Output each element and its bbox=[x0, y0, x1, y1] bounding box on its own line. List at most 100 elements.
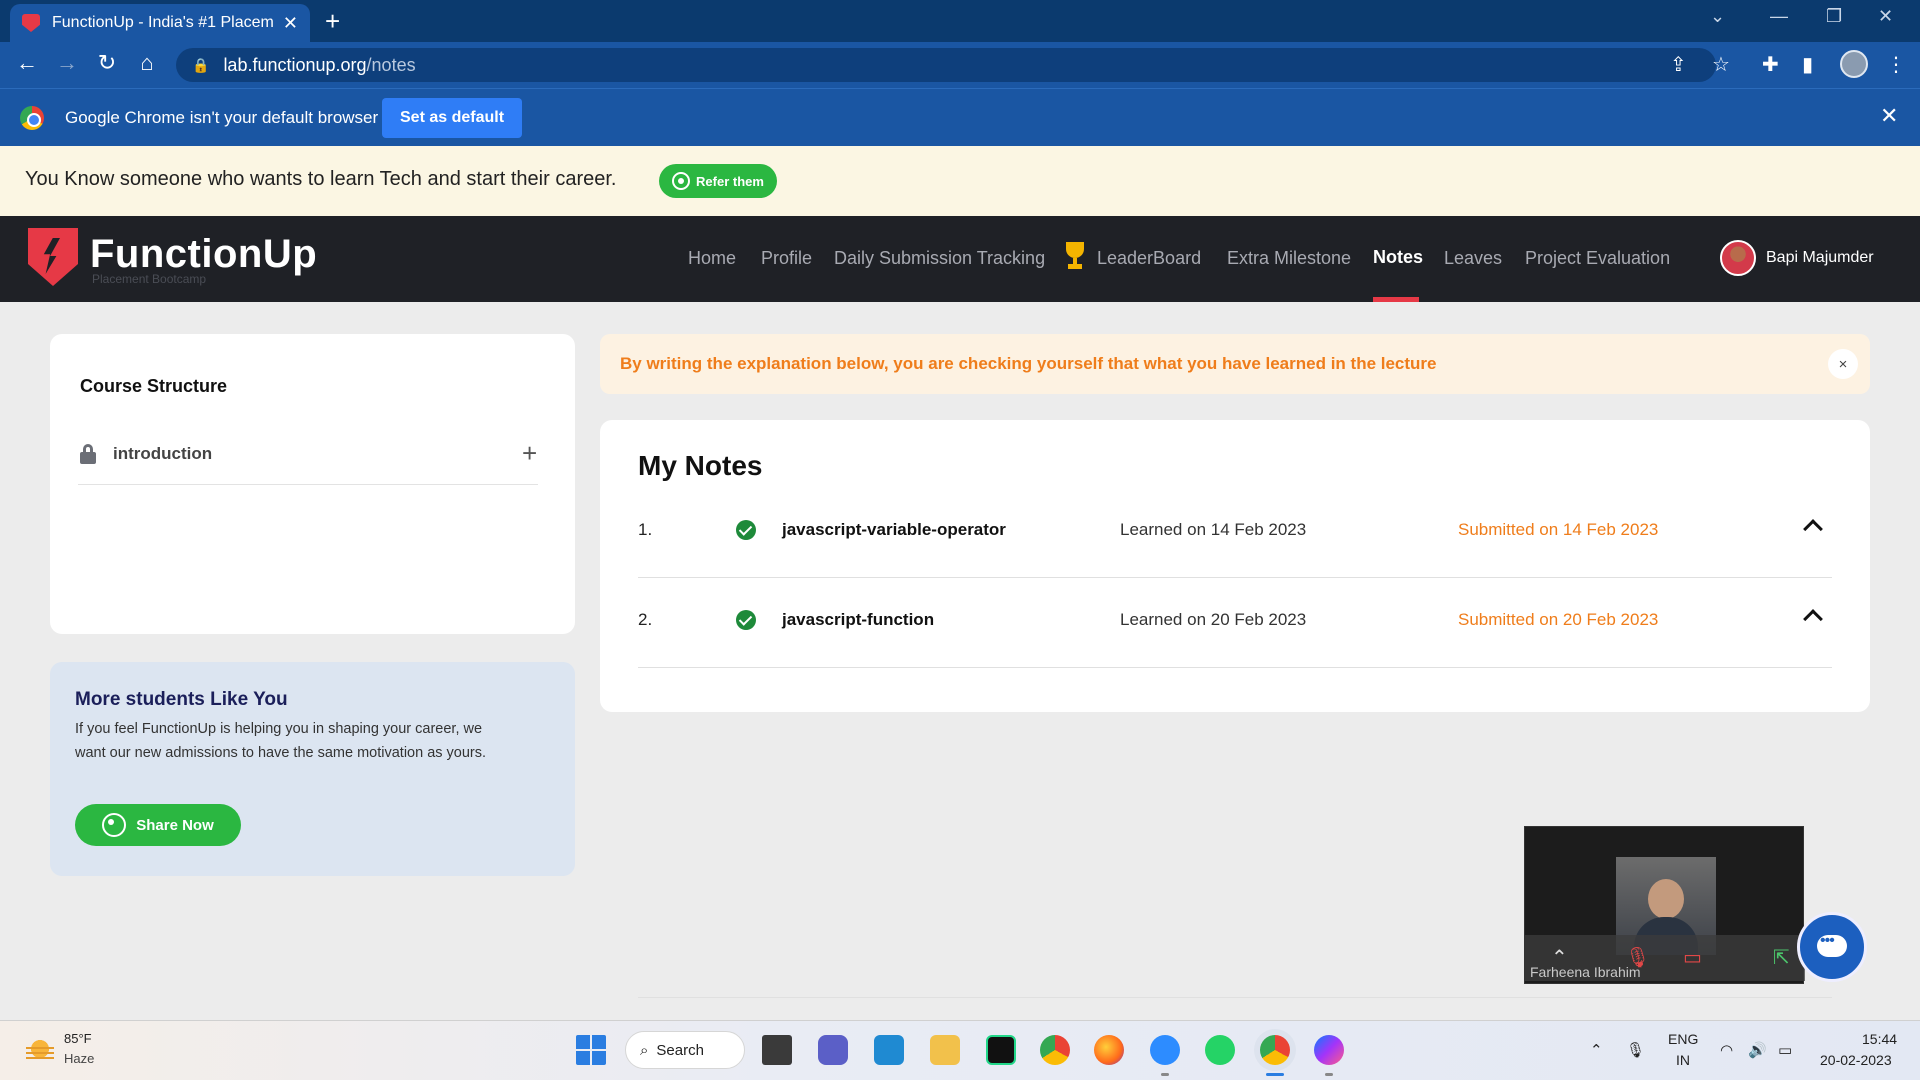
nav-extra-milestone[interactable]: Extra Milestone bbox=[1227, 248, 1351, 269]
battery-icon[interactable]: ▭ bbox=[1778, 1041, 1792, 1059]
note-number: 1. bbox=[638, 520, 653, 539]
microphone-icon[interactable]: 🎙 bbox=[1626, 1041, 1645, 1059]
chevron-up-icon[interactable] bbox=[1803, 609, 1823, 629]
language-code[interactable]: ENG bbox=[1668, 1031, 1698, 1047]
forward-icon[interactable]: → bbox=[52, 50, 82, 76]
zoom-icon[interactable] bbox=[1150, 1035, 1180, 1065]
taskbar-search-label: Search bbox=[656, 1041, 704, 1059]
site-logo-text[interactable]: FunctionUp bbox=[90, 232, 317, 277]
browser-tab[interactable]: FunctionUp - India's #1 Placeme ✕ bbox=[10, 4, 310, 42]
share-now-label: Share Now bbox=[136, 816, 214, 834]
close-tab-icon[interactable]: ✕ bbox=[283, 13, 298, 34]
whatsapp-taskbar-icon[interactable] bbox=[1205, 1035, 1235, 1065]
home-icon[interactable]: ⌂ bbox=[132, 50, 162, 76]
divider bbox=[78, 484, 538, 485]
weather-temp: 85°F bbox=[64, 1031, 92, 1046]
tab-search-icon[interactable]: ⌄ bbox=[1710, 6, 1725, 27]
chrome-logo-icon bbox=[20, 106, 44, 130]
clock-date[interactable]: 20-02-2023 bbox=[1820, 1052, 1892, 1068]
camera-off-icon[interactable]: ▭ bbox=[1683, 945, 1702, 970]
trophy-icon bbox=[1064, 242, 1086, 270]
note-row[interactable]: 2. javascript-function Learned on 20 Feb… bbox=[638, 578, 1832, 668]
expand-plus-icon[interactable]: + bbox=[522, 438, 537, 469]
chrome-active-icon[interactable] bbox=[1260, 1035, 1290, 1065]
user-name[interactable]: Bapi Majumder bbox=[1766, 249, 1874, 267]
course-item-label[interactable]: introduction bbox=[113, 444, 212, 464]
nav-notes[interactable]: Notes bbox=[1373, 247, 1423, 268]
note-name[interactable]: javascript-function bbox=[782, 610, 934, 630]
note-name[interactable]: javascript-variable-operator bbox=[782, 520, 1006, 540]
nav-project-evaluation[interactable]: Project Evaluation bbox=[1525, 248, 1670, 269]
restore-icon[interactable]: ❐ bbox=[1826, 6, 1842, 27]
running-indicator bbox=[1161, 1073, 1169, 1076]
referral-text: You Know someone who wants to learn Tech… bbox=[25, 168, 617, 190]
pycharm-icon[interactable] bbox=[986, 1035, 1016, 1065]
bookmark-star-icon[interactable]: ☆ bbox=[1712, 52, 1730, 77]
lock-icon bbox=[80, 444, 96, 464]
address-bar-row: ← → ↻ ⌂ 🔒 lab.functionup.org/notes ⇪ ☆ ✚… bbox=[0, 42, 1920, 88]
nav-profile[interactable]: Profile bbox=[761, 248, 812, 269]
weather-haze-icon[interactable] bbox=[26, 1035, 54, 1063]
note-row[interactable]: 1. javascript-variable-operator Learned … bbox=[638, 488, 1832, 578]
more-students-text: If you feel FunctionUp is helping you in… bbox=[75, 721, 487, 761]
reload-icon[interactable]: ↻ bbox=[92, 50, 122, 76]
profile-avatar[interactable] bbox=[1840, 50, 1868, 78]
site-logo-subtitle: Placement Bootcamp bbox=[92, 272, 207, 286]
note-learned-date: Learned on 20 Feb 2023 bbox=[1120, 610, 1307, 629]
functionup-favicon-icon bbox=[22, 14, 40, 32]
extensions-icon[interactable]: ✚ bbox=[1762, 52, 1779, 77]
alert-close-button[interactable]: × bbox=[1828, 349, 1858, 379]
vscode-icon[interactable] bbox=[874, 1035, 904, 1065]
search-icon: ⌕ bbox=[640, 1041, 649, 1059]
popout-icon[interactable]: ⇱ bbox=[1773, 945, 1790, 970]
functionup-logo-icon bbox=[28, 228, 78, 286]
participant-name: Farheena Ibrahim bbox=[1530, 964, 1641, 980]
messenger-icon[interactable] bbox=[1314, 1035, 1344, 1065]
infobar-close-icon[interactable]: ✕ bbox=[1880, 103, 1898, 129]
wifi-icon[interactable]: ◠ bbox=[1720, 1041, 1733, 1059]
note-number: 2. bbox=[638, 610, 653, 629]
note-submitted-date: Submitted on 14 Feb 2023 bbox=[1458, 520, 1659, 539]
tray-overflow-icon[interactable]: ⌃ bbox=[1590, 1041, 1603, 1059]
nav-leaderboard[interactable]: LeaderBoard bbox=[1097, 248, 1201, 269]
referral-banner: You Know someone who wants to learn Tech… bbox=[0, 146, 1920, 216]
firefox-icon[interactable] bbox=[1094, 1035, 1124, 1065]
video-call-window[interactable]: ⌃ 🎙 ▭ ⇱ Farheena Ibrahim bbox=[1524, 826, 1805, 984]
back-icon[interactable]: ← bbox=[12, 50, 42, 76]
chevron-up-icon[interactable] bbox=[1803, 519, 1823, 539]
chrome-icon[interactable] bbox=[1040, 1035, 1070, 1065]
volume-icon[interactable]: 🔊 bbox=[1748, 1041, 1767, 1059]
url-host: lab.functionup.org bbox=[223, 54, 367, 75]
running-indicator bbox=[1325, 1073, 1333, 1076]
close-window-icon[interactable]: ✕ bbox=[1878, 6, 1893, 27]
share-now-button[interactable]: Share Now bbox=[75, 804, 241, 846]
nav-daily-submission[interactable]: Daily Submission Tracking bbox=[834, 248, 1045, 269]
whatsapp-icon bbox=[102, 813, 127, 837]
check-circle-icon bbox=[736, 520, 756, 540]
nav-home[interactable]: Home bbox=[688, 248, 736, 269]
minimize-icon[interactable]: — bbox=[1770, 6, 1788, 27]
chrome-menu-icon[interactable]: ⋮ bbox=[1886, 52, 1906, 77]
nav-leaves[interactable]: Leaves bbox=[1444, 248, 1502, 269]
taskbar-search[interactable]: ⌕ Search bbox=[625, 1031, 745, 1069]
teams-chat-icon[interactable] bbox=[818, 1035, 848, 1065]
active-nav-indicator bbox=[1373, 297, 1419, 302]
side-panel-icon[interactable]: ▮ bbox=[1802, 52, 1813, 77]
user-avatar[interactable] bbox=[1720, 240, 1756, 276]
file-explorer-icon[interactable] bbox=[930, 1035, 960, 1065]
windows-start-icon[interactable] bbox=[576, 1035, 606, 1065]
url-field[interactable]: 🔒 lab.functionup.org/notes bbox=[176, 48, 1716, 82]
browser-tab-bar: FunctionUp - India's #1 Placeme ✕ + ⌄ — … bbox=[0, 0, 1920, 42]
clock-time[interactable]: 15:44 bbox=[1862, 1031, 1897, 1047]
chat-support-button[interactable] bbox=[1797, 912, 1867, 982]
notes-info-alert: By writing the explanation below, you ar… bbox=[600, 334, 1870, 394]
new-tab-icon[interactable]: + bbox=[325, 6, 340, 37]
note-learned-date: Learned on 14 Feb 2023 bbox=[1120, 520, 1307, 539]
share-icon[interactable]: ⇪ bbox=[1670, 52, 1687, 77]
task-view-icon[interactable] bbox=[762, 1035, 792, 1065]
lock-icon: 🔒 bbox=[192, 56, 210, 73]
language-region[interactable]: IN bbox=[1676, 1052, 1690, 1068]
active-indicator bbox=[1266, 1073, 1284, 1076]
refer-them-button[interactable]: Refer them bbox=[659, 164, 777, 198]
set-default-button[interactable]: Set as default bbox=[382, 98, 523, 138]
